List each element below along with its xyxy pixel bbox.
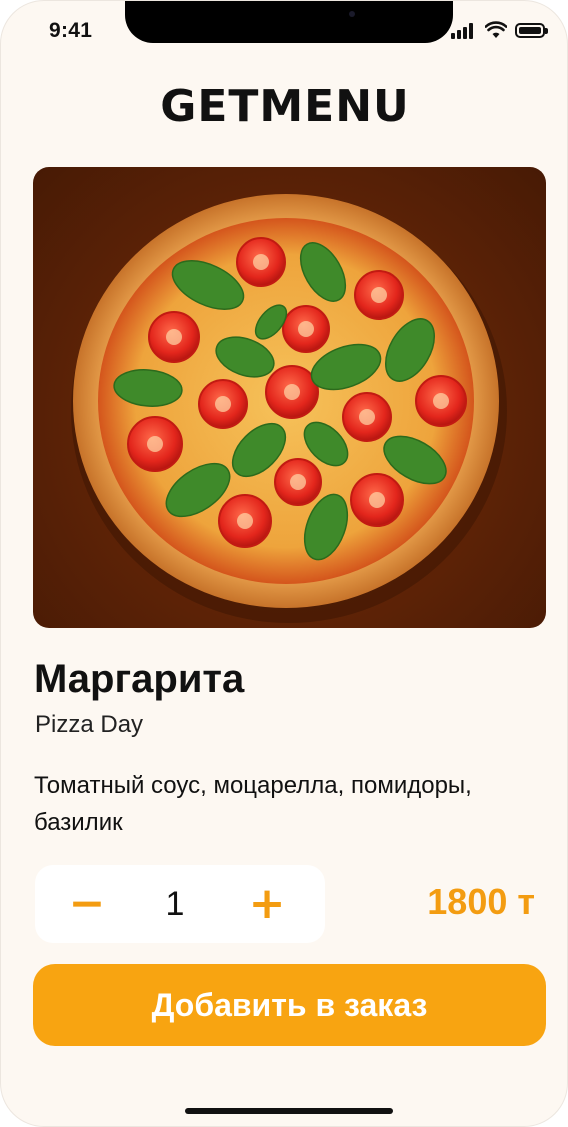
product-image: [33, 167, 546, 628]
quantity-stepper: − 1 +: [35, 865, 325, 943]
increase-quantity-button[interactable]: +: [227, 865, 307, 943]
add-to-order-button[interactable]: Добавить в заказ: [33, 964, 546, 1046]
signal-icon: [451, 23, 477, 39]
wifi-icon: [485, 21, 507, 38]
quantity-value: 1: [165, 885, 185, 923]
camera-dot: [349, 11, 355, 17]
battery-icon: [515, 23, 548, 38]
product-vendor: Pizza Day: [35, 711, 144, 738]
decrease-quantity-button[interactable]: −: [47, 865, 127, 943]
notch: [125, 1, 453, 43]
phone-screen: 9:41 GETMENU Маргарита Pizza Day Томатны…: [0, 0, 568, 1127]
product-price: 1800 т: [427, 881, 535, 922]
product-title: Маргарита: [34, 657, 245, 701]
app-logo: GETMENU: [160, 81, 410, 132]
status-bar: 9:41: [1, 1, 567, 59]
home-indicator: [185, 1108, 393, 1114]
product-description: Томатный соус, моцарелла, помидоры, бази…: [34, 772, 472, 836]
status-time: 9:41: [49, 19, 93, 42]
status-icons: [451, 21, 551, 43]
pizza-image: [71, 194, 507, 623]
